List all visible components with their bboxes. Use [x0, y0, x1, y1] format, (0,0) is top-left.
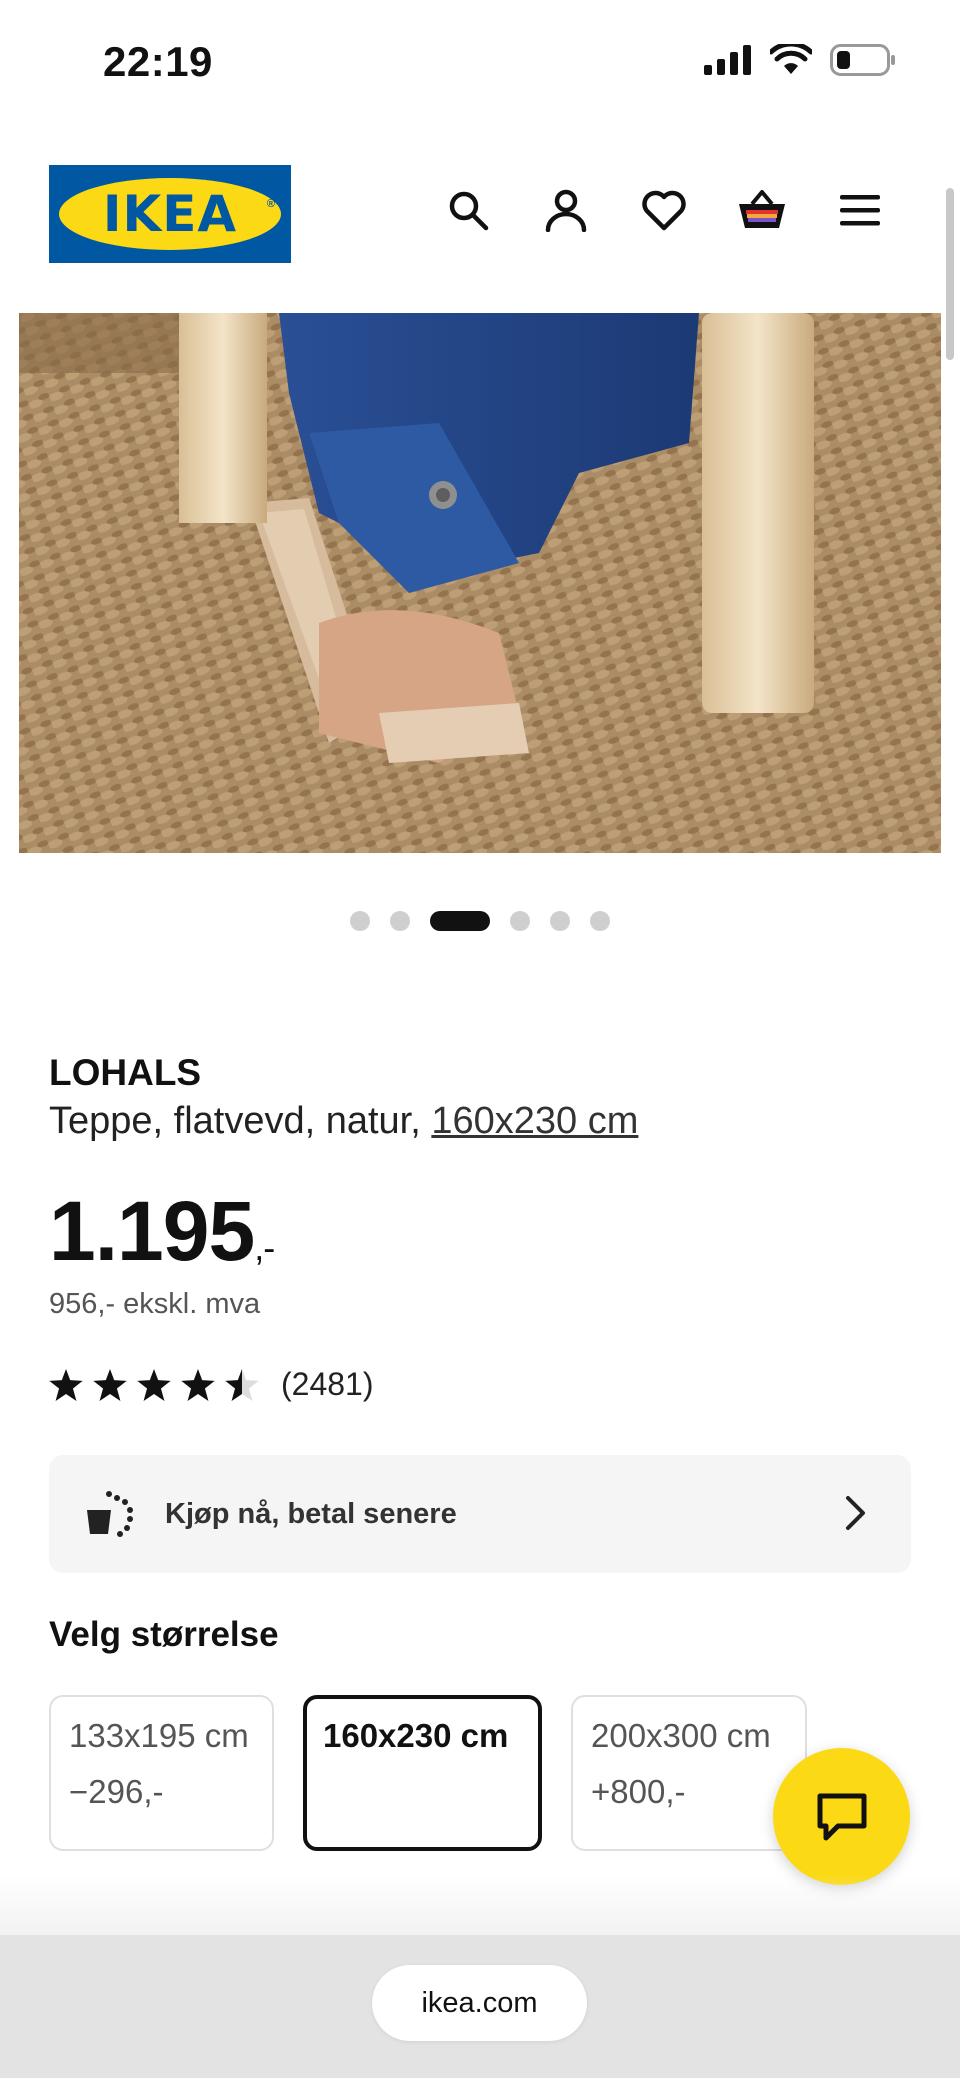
battery-icon: [830, 44, 895, 76]
size-section-title: Velg størrelse: [49, 1615, 279, 1654]
carousel-dot[interactable]: [350, 911, 370, 931]
half-star-icon: [225, 1368, 259, 1401]
star-icon: [49, 1368, 83, 1401]
price-suffix: ,-: [254, 1227, 275, 1268]
star-icon: [181, 1368, 215, 1401]
heart-icon[interactable]: [636, 182, 692, 238]
carousel-dots: [0, 911, 960, 931]
chat-button[interactable]: [773, 1748, 910, 1885]
search-icon[interactable]: [440, 182, 496, 238]
ikea-logo[interactable]: IKEA ®: [49, 165, 291, 263]
size-link[interactable]: 160x230 cm: [431, 1100, 638, 1142]
review-count: (2481): [281, 1366, 374, 1402]
wifi-icon: [770, 44, 812, 74]
star-icon: [137, 1368, 171, 1401]
product-image[interactable]: [19, 313, 941, 853]
size-option-name: 160x230 cm: [323, 1717, 509, 1754]
status-bar: 22:19: [0, 0, 960, 120]
size-option-133x195[interactable]: 133x195 cm −296,-: [49, 1695, 274, 1851]
registered-mark: ®: [266, 198, 275, 210]
carousel-dot[interactable]: [510, 911, 530, 931]
product-price: 1.195,-: [49, 1183, 275, 1280]
bottom-fade: [0, 1875, 960, 1935]
size-option-160x230[interactable]: 160x230 cm: [303, 1695, 542, 1851]
status-icons: [704, 44, 896, 76]
size-option-price: −296,-: [69, 1773, 164, 1810]
pay-later-label: Kjøp nå, betal senere: [165, 1497, 457, 1530]
header-icons: [440, 182, 888, 238]
account-icon[interactable]: [538, 182, 594, 238]
pay-later-icon: [87, 1491, 133, 1537]
size-option-name: 200x300 cm: [591, 1717, 771, 1754]
price-ex-vat: 956,- ekskl. mva: [49, 1288, 261, 1320]
product-name: LOHALS: [49, 1052, 202, 1093]
carousel-dot[interactable]: [590, 911, 610, 931]
url-bar[interactable]: ikea.com: [372, 1965, 587, 2041]
menu-icon[interactable]: [832, 182, 888, 238]
carousel-dot-active[interactable]: [430, 911, 490, 931]
product-description: Teppe, flatvevd, natur, 160x230 cm: [49, 1100, 638, 1143]
logo-text: IKEA: [102, 185, 238, 243]
cart-icon[interactable]: [734, 182, 790, 238]
carousel-dot[interactable]: [390, 911, 410, 931]
rating[interactable]: (2481): [49, 1366, 374, 1403]
size-option-200x300[interactable]: 200x300 cm +800,-: [571, 1695, 807, 1851]
browser-toolbar: ikea.com: [0, 1935, 960, 2078]
product-description-text: Teppe, flatvevd, natur,: [49, 1100, 432, 1142]
rating-stars: [49, 1368, 259, 1401]
carousel-dot[interactable]: [550, 911, 570, 931]
site-header: IKEA ®: [0, 160, 960, 270]
status-time: 22:19: [103, 38, 213, 85]
chevron-right-icon: [846, 1496, 865, 1530]
scroll-indicator[interactable]: [946, 188, 954, 360]
signal-icon: [704, 45, 751, 75]
chat-icon: [817, 1793, 866, 1840]
pay-later-banner[interactable]: Kjøp nå, betal senere: [49, 1455, 911, 1573]
price-main: 1.195: [49, 1184, 255, 1278]
star-icon: [93, 1368, 127, 1401]
size-option-name: 133x195 cm: [69, 1717, 249, 1754]
